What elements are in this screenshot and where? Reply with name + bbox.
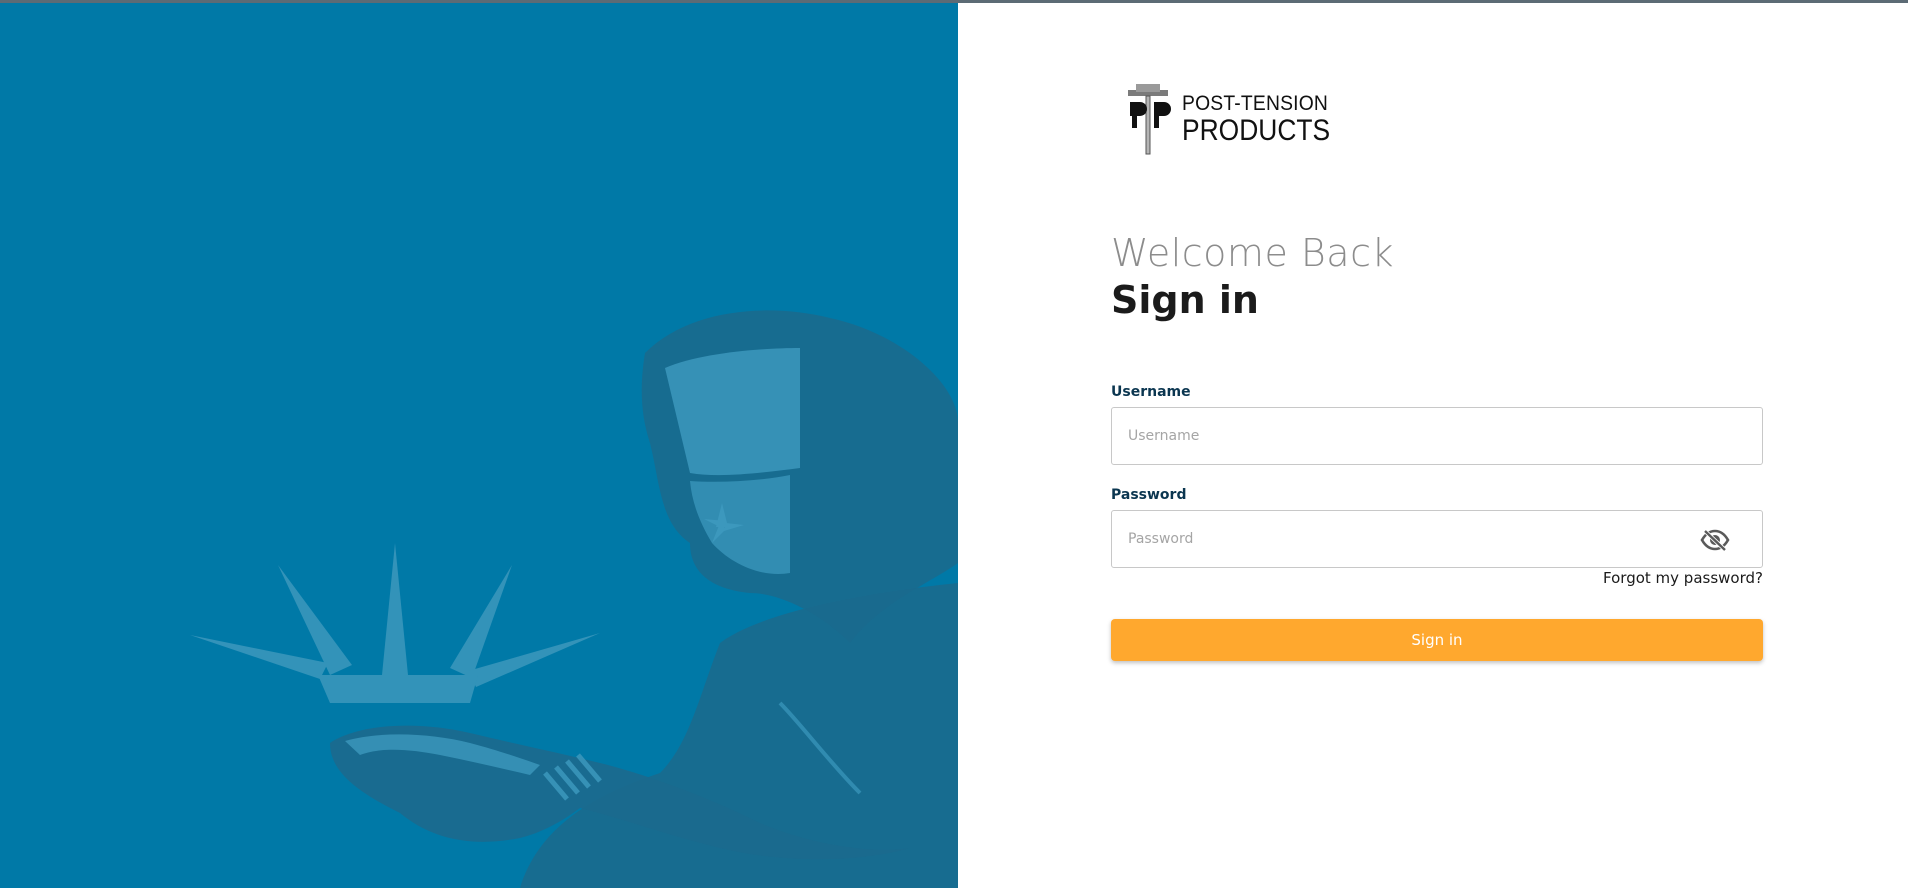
brand-name-line1: POST-TENSION <box>1182 92 1329 115</box>
page-title: Sign in <box>1111 278 1259 322</box>
password-label: Password <box>1111 487 1187 503</box>
sign-in-button[interactable]: Sign in <box>1111 619 1763 661</box>
welder-illustration <box>190 310 958 888</box>
pt-anchor-logo-icon <box>1128 84 1171 155</box>
brand-name-line2: PRODUCTS <box>1182 114 1331 147</box>
username-label: Username <box>1111 384 1191 400</box>
password-input[interactable] <box>1111 510 1763 568</box>
eye-slash-icon[interactable] <box>1700 528 1730 552</box>
forgot-password-link[interactable]: Forgot my password? <box>1500 569 1763 587</box>
welcome-text: Welcome Back <box>1111 231 1394 275</box>
hero-illustration-panel <box>0 3 958 888</box>
username-input[interactable] <box>1111 407 1763 465</box>
brand-logo: POST-TENSION PRODUCTS <box>1124 84 1334 156</box>
